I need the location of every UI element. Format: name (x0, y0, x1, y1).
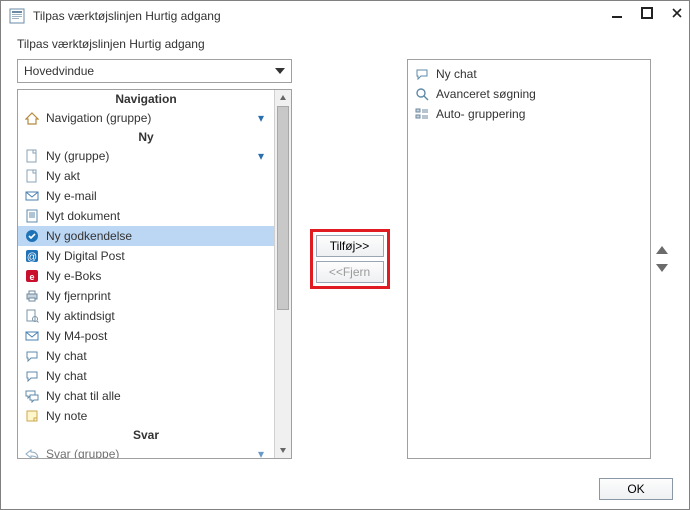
list-body[interactable]: Navigation Navigation (gruppe) ▾ Ny Ny (… (18, 90, 274, 458)
selected-commands-list[interactable]: Ny chat Avanceret søgning Auto- grupperi… (407, 59, 651, 459)
scrollbar[interactable] (274, 90, 291, 458)
window-title: Tilpas værktøjslinjen Hurtig adgang (33, 9, 221, 23)
add-button[interactable]: Tilføj>> (316, 235, 384, 257)
combo-value: Hovedvindue (24, 64, 94, 78)
eboks-icon: e (24, 268, 40, 284)
svg-text:@: @ (27, 252, 37, 263)
item-label: Ny aktindsigt (46, 309, 268, 323)
list-item[interactable]: Ny (gruppe) ▾ (18, 146, 274, 166)
list-item[interactable]: Ny e-mail (18, 186, 274, 206)
list-item[interactable]: @ Ny Digital Post (18, 246, 274, 266)
list-item[interactable]: Ny akt (18, 166, 274, 186)
move-down-button[interactable] (656, 264, 668, 272)
list-item[interactable]: Ny note (18, 406, 274, 426)
chevron-down-icon: ▾ (258, 111, 268, 125)
list-item[interactable]: Ny chat (408, 64, 650, 84)
dialog-window: Tilpas værktøjslinjen Hurtig adgang Tilp… (0, 0, 690, 510)
move-up-button[interactable] (656, 246, 668, 254)
middle-column: Tilføj>> <<Fjern (302, 59, 397, 459)
left-column: Hovedvindue Navigation Navigation (grupp… (17, 59, 292, 459)
document-search-icon (24, 308, 40, 324)
group-header-ny: Ny (18, 128, 274, 146)
chevron-down-icon (275, 66, 285, 76)
group-header-navigation: Navigation (18, 90, 274, 108)
list-item[interactable]: Ny chat (18, 346, 274, 366)
item-label: Ny e-Boks (46, 269, 268, 283)
item-label: Ny chat til alle (46, 389, 268, 403)
item-label: Ny (gruppe) (46, 149, 252, 163)
list-item[interactable]: Ny fjernprint (18, 286, 274, 306)
group-header-svar: Svar (18, 426, 274, 444)
check-circle-icon (24, 228, 40, 244)
item-label: Navigation (gruppe) (46, 111, 252, 125)
item-label: Ny akt (46, 169, 268, 183)
list-item[interactable]: Nyt dokument (18, 206, 274, 226)
item-label: Ny godkendelse (46, 229, 268, 243)
app-icon (9, 8, 25, 24)
dialog-footer: OK (1, 469, 689, 509)
list-item[interactable]: Ny chat til alle (18, 386, 274, 406)
chat-bubble-icon (24, 368, 40, 384)
search-icon (414, 86, 430, 102)
list-item[interactable]: Svar (gruppe) ▾ (18, 444, 274, 458)
list-item[interactable]: Avanceret søgning (408, 84, 650, 104)
print-icon (24, 288, 40, 304)
close-button[interactable] (671, 7, 683, 19)
remove-button[interactable]: <<Fjern (316, 261, 384, 283)
mail-icon (24, 188, 40, 204)
note-icon (24, 408, 40, 424)
highlight-frame: Tilføj>> <<Fjern (310, 229, 390, 289)
dialog-subtitle: Tilpas værktøjslinjen Hurtig adgang (1, 31, 689, 59)
list-item-selected[interactable]: Ny godkendelse (18, 226, 274, 246)
list-item[interactable]: Ny aktindsigt (18, 306, 274, 326)
dialog-body: Hovedvindue Navigation Navigation (grupp… (1, 59, 689, 469)
source-combo[interactable]: Hovedvindue (17, 59, 292, 83)
window-controls (611, 7, 683, 19)
item-label: Ny chat (46, 349, 268, 363)
list-item[interactable]: e Ny e-Boks (18, 266, 274, 286)
right-column: Ny chat Avanceret søgning Auto- grupperi… (407, 59, 673, 459)
list-item[interactable]: Navigation (gruppe) ▾ (18, 108, 274, 128)
item-label: Svar (gruppe) (46, 447, 252, 458)
list-item[interactable]: Auto- gruppering (408, 104, 650, 124)
titlebar: Tilpas værktøjslinjen Hurtig adgang (1, 1, 689, 31)
item-label: Ny chat (436, 67, 644, 81)
at-square-icon: @ (24, 248, 40, 264)
svg-text:e: e (29, 272, 34, 282)
chat-bubble-icon (414, 66, 430, 82)
scroll-thumb[interactable] (277, 106, 289, 310)
item-label: Ny chat (46, 369, 268, 383)
chat-bubble-icon (24, 348, 40, 364)
scroll-down-button[interactable] (275, 442, 291, 458)
item-label: Ny e-mail (46, 189, 268, 203)
available-commands-list: Navigation Navigation (gruppe) ▾ Ny Ny (… (17, 89, 292, 459)
item-label: Ny note (46, 409, 268, 423)
chevron-down-icon: ▾ (258, 447, 268, 458)
ok-button[interactable]: OK (599, 478, 673, 500)
document-lines-icon (24, 208, 40, 224)
item-label: Ny M4-post (46, 329, 268, 343)
minimize-button[interactable] (611, 7, 623, 19)
chat-all-icon (24, 388, 40, 404)
item-label: Ny fjernprint (46, 289, 268, 303)
list-item[interactable]: Ny chat (18, 366, 274, 386)
item-label: Ny Digital Post (46, 249, 268, 263)
scroll-track[interactable] (275, 106, 291, 442)
list-item[interactable]: Ny M4-post (18, 326, 274, 346)
item-label: Avanceret søgning (436, 87, 644, 101)
item-label: Nyt dokument (46, 209, 268, 223)
reorder-buttons (651, 59, 673, 459)
item-label: Auto- gruppering (436, 107, 644, 121)
scroll-up-button[interactable] (275, 90, 291, 106)
home-icon (24, 110, 40, 126)
maximize-button[interactable] (641, 7, 653, 19)
reply-icon (24, 446, 40, 458)
chevron-down-icon: ▾ (258, 149, 268, 163)
document-icon (24, 148, 40, 164)
mail-icon (24, 328, 40, 344)
group-list-icon (414, 106, 430, 122)
document-icon (24, 168, 40, 184)
